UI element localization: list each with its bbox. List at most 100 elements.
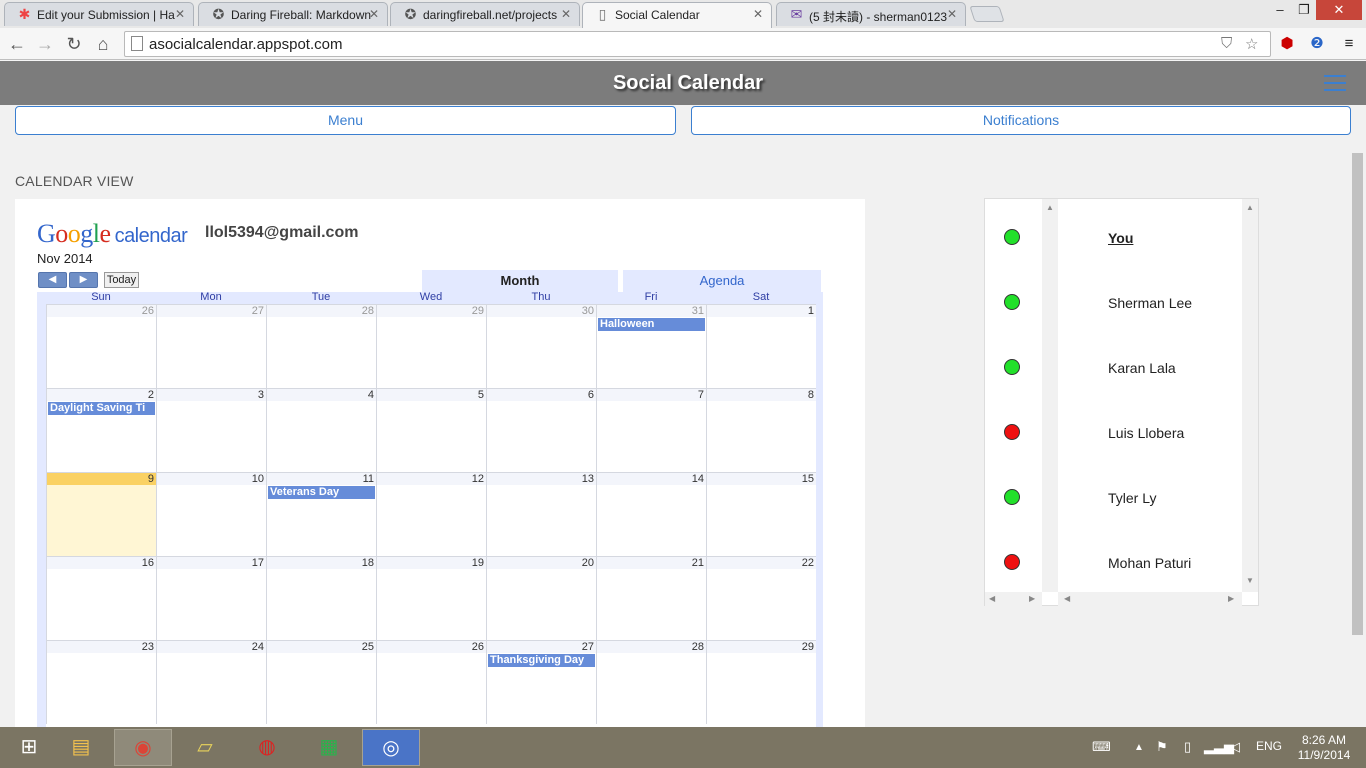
calendar-day[interactable]: 28 [266, 304, 376, 388]
today-button[interactable]: Today [104, 272, 139, 288]
calendar-day[interactable]: 27 Thanksgiving Day [486, 640, 596, 724]
calendar-day[interactable]: 20 [486, 556, 596, 640]
close-icon[interactable]: ✕ [753, 7, 763, 21]
scroll-right-icon[interactable]: ▶ [1228, 594, 1234, 603]
scrollbar[interactable]: ▲ ▼ [1242, 199, 1258, 592]
next-month-button[interactable]: ▶ [69, 272, 98, 288]
bookmark-star-icon[interactable]: ☆ [1245, 35, 1258, 53]
scroll-left-icon[interactable]: ◀ [1064, 594, 1070, 603]
file-explorer-icon[interactable]: ▤ [52, 729, 110, 766]
calendar-day[interactable]: 25 [266, 640, 376, 724]
close-icon[interactable]: ✕ [369, 7, 379, 21]
calendar-event[interactable]: Thanksgiving Day [488, 654, 595, 667]
browser-tab[interactable]: ✱ Edit your Submission | Ha ✕ [4, 2, 194, 26]
calendar-day[interactable]: 28 [596, 640, 706, 724]
forward-icon[interactable]: → [34, 33, 56, 55]
browser-tab-active[interactable]: ▯ Social Calendar ✕ [582, 2, 772, 28]
scroll-left-icon[interactable]: ◀ [989, 594, 995, 603]
calendar-day[interactable]: 2 Daylight Saving Ti [46, 388, 156, 472]
calendar-day[interactable]: 1 [706, 304, 816, 388]
calendar-day[interactable]: 18 [266, 556, 376, 640]
browser-tab[interactable]: ✉ (5 封未讀) - sherman0123 ✕ [776, 2, 966, 26]
sticky-notes-icon[interactable]: ▱ [176, 729, 234, 766]
store-icon[interactable]: ▦ [300, 729, 358, 766]
start-windows-icon[interactable]: ⊞ [0, 729, 58, 766]
calendar-day[interactable]: 26 [376, 640, 486, 724]
tab-month[interactable]: Month [422, 270, 618, 292]
browser-tab[interactable]: ✪ Daring Fireball: Markdown ✕ [198, 2, 388, 26]
scroll-up-icon[interactable]: ▲ [1046, 203, 1054, 212]
calendar-day[interactable]: 12 [376, 472, 486, 556]
scrollbar[interactable]: ◀ ▶ [1058, 592, 1242, 606]
app-icon[interactable]: ◎ [362, 729, 420, 766]
back-icon[interactable]: ← [6, 33, 28, 55]
extension-icon[interactable]: ⬢ [1276, 33, 1298, 55]
calendar-event[interactable]: Veterans Day [268, 486, 375, 499]
reload-icon[interactable]: ↻ [63, 33, 85, 55]
browser-tab[interactable]: ✪ daringfireball.net/projects ✕ [390, 2, 580, 26]
calendar-day-today[interactable]: 9 [46, 472, 156, 556]
new-tab-button[interactable] [969, 6, 1005, 22]
hamburger-menu-icon[interactable] [1324, 75, 1346, 91]
calendar-day[interactable]: 3 [156, 388, 266, 472]
notifications-button[interactable]: Notifications [691, 106, 1351, 135]
calendar-day[interactable]: 10 [156, 472, 266, 556]
close-icon[interactable]: ✕ [175, 7, 185, 21]
prev-month-button[interactable]: ◀ [38, 272, 67, 288]
close-icon[interactable]: ✕ [561, 7, 571, 21]
friend-name[interactable]: Mohan Paturi [1108, 555, 1191, 571]
page-scrollbar[interactable] [1350, 141, 1366, 727]
calendar-day[interactable]: 14 [596, 472, 706, 556]
language-indicator[interactable]: ENG [1256, 739, 1282, 753]
calendar-day[interactable]: 27 [156, 304, 266, 388]
close-icon[interactable]: ✕ [947, 7, 957, 21]
calendar-day[interactable]: 22 [706, 556, 816, 640]
friend-name[interactable]: Karan Lala [1108, 360, 1176, 376]
friend-name[interactable]: Sherman Lee [1108, 295, 1192, 311]
calendar-day[interactable]: 15 [706, 472, 816, 556]
calendar-day[interactable]: 11 Veterans Day [266, 472, 376, 556]
calendar-day[interactable]: 23 [46, 640, 156, 724]
calendar-event[interactable]: Daylight Saving Ti [48, 402, 155, 415]
calendar-day[interactable]: 5 [376, 388, 486, 472]
calendar-day[interactable]: 6 [486, 388, 596, 472]
calendar-day[interactable]: 29 [706, 640, 816, 724]
shield-icon[interactable]: ⛉ [1221, 35, 1232, 52]
scroll-right-icon[interactable]: ▶ [1029, 594, 1035, 603]
calendar-day[interactable]: 16 [46, 556, 156, 640]
calendar-day[interactable]: 7 [596, 388, 706, 472]
scrollbar[interactable]: ▲ [1042, 199, 1058, 592]
calendar-day[interactable]: 4 [266, 388, 376, 472]
calendar-day[interactable]: 8 [706, 388, 816, 472]
calendar-day[interactable]: 13 [486, 472, 596, 556]
home-icon[interactable]: ⌂ [92, 33, 114, 55]
tab-agenda[interactable]: Agenda [623, 270, 821, 292]
scroll-up-icon[interactable]: ▲ [1246, 203, 1254, 212]
scroll-down-icon[interactable]: ▼ [1246, 576, 1254, 585]
calendar-event[interactable]: Halloween [598, 318, 705, 331]
calendar-day[interactable]: 31 Halloween [596, 304, 706, 388]
calendar-day[interactable]: 17 [156, 556, 266, 640]
friend-name[interactable]: Tyler Ly [1108, 490, 1157, 506]
menu-button[interactable]: Menu [15, 106, 676, 135]
media-player-icon[interactable]: ◍ [238, 729, 296, 766]
scrollbar-thumb[interactable] [1352, 153, 1363, 635]
window-close-button[interactable]: ✕ [1316, 0, 1362, 20]
keyboard-icon[interactable]: ⌨ [1092, 739, 1111, 755]
menu-icon[interactable]: ≡ [1338, 33, 1360, 55]
clock[interactable]: 8:26 AM 11/9/2014 [1294, 733, 1354, 763]
flag-icon[interactable]: ⚑ [1156, 739, 1168, 755]
show-hidden-icons-icon[interactable]: ▲ [1134, 742, 1144, 753]
calendar-day[interactable]: 26 [46, 304, 156, 388]
chrome-icon[interactable]: ◉ [114, 729, 172, 766]
calendar-day[interactable]: 24 [156, 640, 266, 724]
battery-icon[interactable]: ▯ [1184, 739, 1191, 755]
calendar-day[interactable]: 30 [486, 304, 596, 388]
friend-name[interactable]: You [1108, 230, 1133, 246]
calendar-day[interactable]: 21 [596, 556, 706, 640]
extension-icon[interactable]: ❷ [1306, 33, 1328, 55]
calendar-day[interactable]: 29 [376, 304, 486, 388]
friend-name[interactable]: Luis Llobera [1108, 425, 1184, 441]
volume-icon[interactable]: ◁ [1230, 739, 1240, 755]
calendar-day[interactable]: 19 [376, 556, 486, 640]
